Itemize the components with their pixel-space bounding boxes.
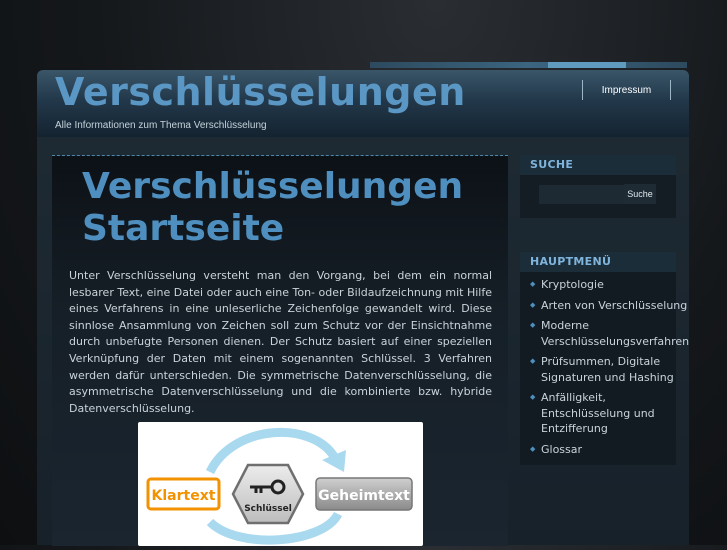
site-tagline: Alle Informationen zum Thema Verschlüsse…: [55, 120, 267, 131]
page-title: Verschlüsselungen Startseite: [82, 166, 502, 250]
main-menu-widget: HAUPTMENÜ ◆ Kryptologie ◆ Arten von Vers…: [520, 252, 689, 465]
menu-item-pruefsummen[interactable]: ◆ Prüfsummen, Digitale Signaturen und Ha…: [520, 353, 676, 389]
bullet-icon: ◆: [530, 280, 536, 288]
klartext-label: Klartext: [152, 488, 216, 504]
menu-item-glossar[interactable]: ◆ Glossar: [520, 441, 676, 462]
top-nav: Impressum: [582, 80, 671, 100]
search-form: Suche: [520, 175, 676, 218]
search-input[interactable]: [539, 185, 629, 204]
menu-item-arten[interactable]: ◆ Arten von Verschlüsselung: [520, 297, 687, 318]
top-accent-bar: [370, 62, 687, 68]
main-menu: ◆ Kryptologie ◆ Arten von Verschlüsselun…: [520, 272, 689, 465]
page-title-line1: Verschlüsselungen: [82, 166, 464, 207]
sidebar: SUCHE Suche HAUPTMENÜ ◆ Kryptologie ◆ Ar…: [520, 155, 689, 465]
schluessel-label: Schlüssel: [244, 504, 292, 514]
geheimtext-label: Geheimtext: [318, 488, 410, 504]
site-header: Verschlüsselungen Alle Informationen zum…: [37, 70, 689, 137]
content-panel: Verschlüsselungen Startseite Unter Versch…: [52, 155, 508, 546]
menu-item-kryptologie[interactable]: ◆ Kryptologie: [520, 276, 676, 297]
menu-item-moderne[interactable]: ◆ Moderne Verschlüsselungsverfahren: [520, 317, 689, 353]
menu-item-label: Prüfsummen, Digitale Signaturen und Hash…: [541, 355, 674, 384]
search-widget-title: SUCHE: [520, 155, 676, 175]
site-title[interactable]: Verschlüsselungen: [55, 70, 466, 114]
page-title-line2: Startseite: [82, 208, 285, 249]
search-button[interactable]: Suche: [624, 184, 656, 204]
bullet-icon: ◆: [530, 357, 536, 365]
menu-item-label: Anfälligkeit, Entschlüsselung und Entzif…: [541, 391, 655, 435]
bullet-icon: ◆: [530, 321, 536, 329]
top-accent-highlight: [548, 62, 626, 68]
main-menu-title: HAUPTMENÜ: [520, 252, 676, 272]
bullet-icon: ◆: [530, 444, 536, 453]
menu-item-label: Glossar: [541, 442, 583, 456]
menu-item-label: Arten von Verschlüsselung: [541, 298, 688, 312]
encryption-diagram-graphic: Klartext Schlüssel Geheimtext: [146, 427, 413, 545]
search-widget: SUCHE Suche: [520, 155, 676, 218]
menu-item-label: Kryptologie: [541, 278, 604, 291]
schluessel-hexagon: [231, 463, 305, 525]
intro-paragraph: Unter Verschlüsselung versteht man den V…: [69, 269, 492, 415]
encryption-diagram: Klartext Schlüssel Geheimtext: [138, 422, 423, 546]
bullet-icon: ◆: [530, 393, 536, 401]
menu-item-anfaelligkeit[interactable]: ◆ Anfälligkeit, Entschlüsselung und Entz…: [520, 389, 676, 441]
nav-item-impressum[interactable]: Impressum: [583, 80, 670, 102]
bullet-icon: ◆: [530, 300, 536, 309]
menu-item-label: Moderne Verschlüsselungsverfahren: [541, 319, 690, 348]
